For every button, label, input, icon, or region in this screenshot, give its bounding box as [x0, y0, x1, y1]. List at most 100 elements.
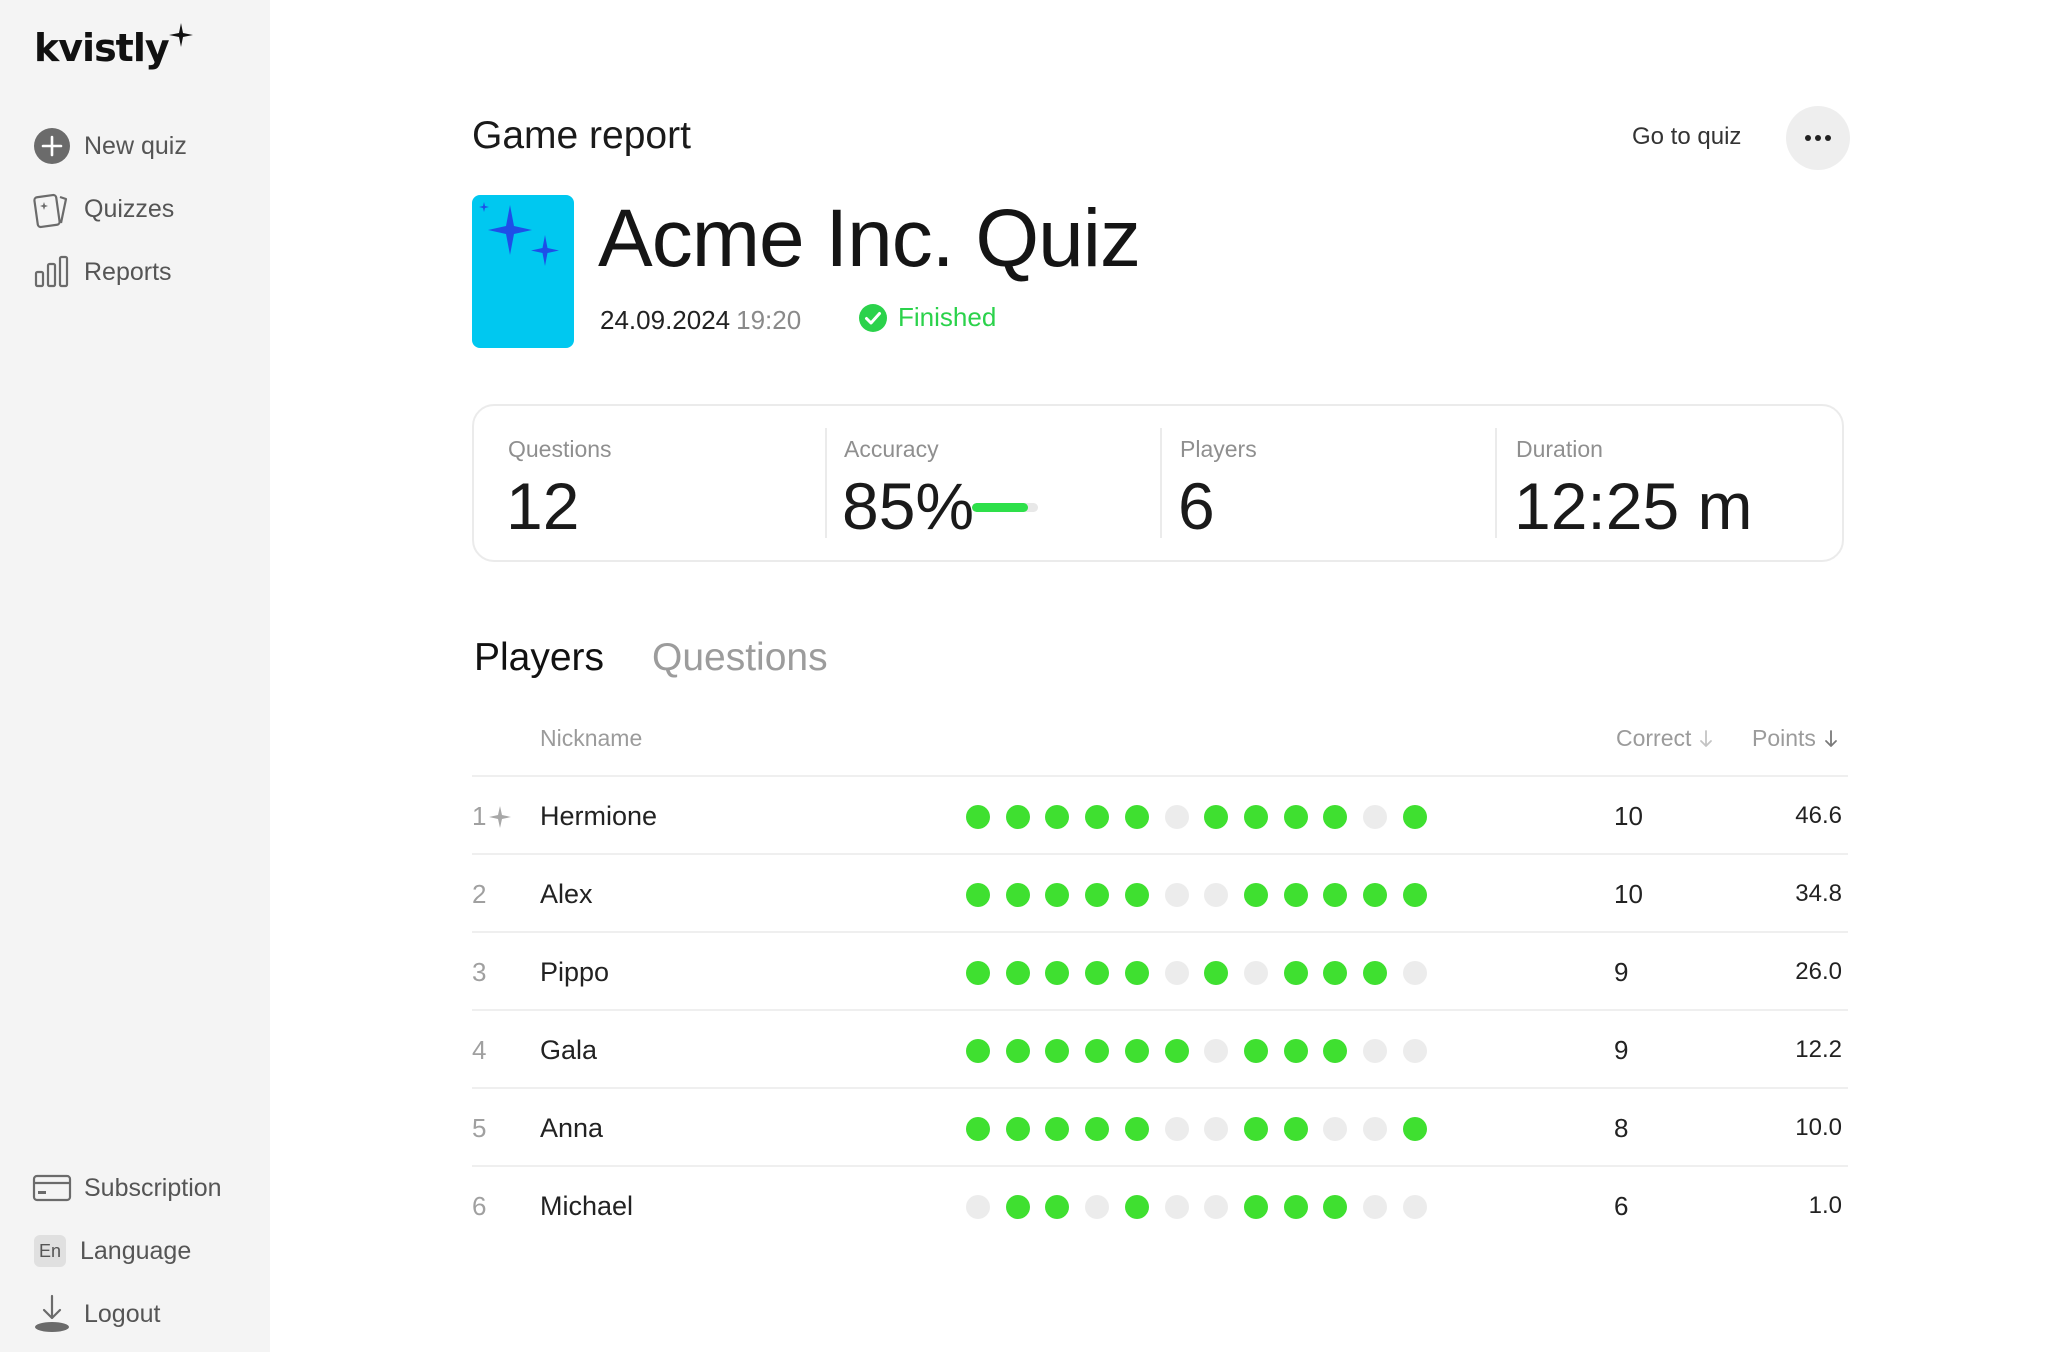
bar-chart-icon: [32, 252, 72, 292]
answer-correct-dot: [1402, 883, 1427, 907]
players-table: 1 Hermione 10 46.6 2 Alex 10 34.8 3 Pippo 9 26.0 4 Ga…: [472, 775, 1848, 1243]
status-label: Finished: [898, 302, 997, 332]
go-to-quiz-link[interactable]: Go to quiz: [1632, 123, 1741, 151]
table-row[interactable]: 2 Alex 10 34.8: [472, 853, 1848, 931]
answer-correct-dot: [1045, 1039, 1070, 1063]
column-header-correct[interactable]: Correct: [1616, 725, 1713, 752]
answer-correct-dot: [1402, 1117, 1427, 1141]
sidebar-item-new-quiz[interactable]: New quiz: [32, 126, 187, 166]
accuracy-progress-fill: [972, 503, 1029, 512]
player-correct-count: 6: [1614, 1191, 1629, 1221]
player-nickname: Hermione: [540, 801, 658, 831]
stat-value: 6: [1178, 469, 1215, 543]
sidebar-item-subscription[interactable]: Subscription: [32, 1168, 222, 1208]
answer-correct-dot: [1323, 961, 1348, 985]
answer-correct-dot: [1243, 1039, 1268, 1063]
answer-incorrect-dot: [1363, 1117, 1387, 1141]
answer-correct-dot: [1323, 1039, 1348, 1063]
player-points: 26.0: [1795, 958, 1842, 985]
answer-correct-dot: [1124, 1039, 1149, 1063]
winner-sparkle-icon: [489, 806, 511, 828]
answer-correct-dot: [1363, 883, 1387, 907]
answer-correct-dot: [966, 883, 990, 907]
quiz-datetime: 24.09.2024 19:20: [600, 305, 801, 336]
sidebar-item-logout[interactable]: Logout: [32, 1294, 160, 1334]
more-options-button[interactable]: [1786, 106, 1850, 170]
sidebar-item-quizzes[interactable]: Quizzes: [32, 189, 174, 229]
stat-players: Players 6: [1146, 406, 1482, 560]
main-content: Game report Go to quiz Acme Inc. Quiz 24…: [472, 0, 1852, 1352]
player-nickname: Michael: [540, 1191, 634, 1221]
player-correct-count: 9: [1614, 1035, 1629, 1065]
answer-correct-dot: [1164, 1039, 1189, 1063]
column-header-points[interactable]: Points: [1752, 725, 1838, 752]
answer-correct-dot: [1243, 805, 1268, 829]
page-title: Game report: [472, 114, 691, 157]
player-points: 1.0: [1808, 1192, 1842, 1219]
player-rank: 3: [472, 957, 487, 987]
answer-incorrect-dot: [966, 1195, 990, 1219]
answer-correct-dot: [1323, 805, 1348, 829]
sort-arrow-down-icon: [1700, 729, 1713, 747]
sidebar-item-label: New quiz: [84, 131, 187, 160]
table-row[interactable]: 6 Michael 6 1.0: [472, 1165, 1848, 1243]
column-header-label: Correct: [1616, 725, 1692, 751]
player-nickname: Alex: [540, 879, 593, 909]
stat-label: Duration: [1516, 436, 1603, 462]
stats-card: Questions 12 Accuracy 85% Players 6 Dura…: [472, 404, 1844, 562]
more-dots-icon: [1825, 135, 1831, 141]
answer-incorrect-dot: [1204, 1039, 1229, 1063]
player-correct-count: 8: [1614, 1113, 1629, 1143]
player-points: 46.6: [1795, 802, 1842, 829]
column-header-label: Points: [1752, 725, 1816, 751]
tab-questions[interactable]: Questions: [652, 636, 828, 680]
answer-incorrect-dot: [1363, 1195, 1387, 1219]
sort-arrow-down-icon: [1825, 729, 1837, 747]
more-dots-icon: [1805, 135, 1811, 141]
sidebar-item-label: Subscription: [84, 1173, 222, 1202]
answer-incorrect-dot: [1243, 961, 1268, 985]
table-row[interactable]: 4 Gala 9 12.2: [472, 1009, 1848, 1087]
sparkle-icon: [169, 23, 193, 47]
sidebar-item-language[interactable]: En Language: [32, 1231, 191, 1271]
answer-incorrect-dot: [1402, 961, 1427, 985]
answer-correct-dot: [1085, 961, 1110, 985]
player-points: 10.0: [1795, 1114, 1842, 1141]
stat-label: Accuracy: [844, 436, 939, 462]
sidebar-item-reports[interactable]: Reports: [32, 252, 172, 292]
answer-correct-dot: [1283, 961, 1308, 985]
player-rank: 1: [472, 801, 487, 831]
tab-players[interactable]: Players: [474, 636, 604, 680]
answer-correct-dot: [1243, 1117, 1268, 1141]
player-points: 34.8: [1795, 880, 1842, 907]
quiz-thumbnail: [472, 195, 574, 348]
table-row[interactable]: 5 Anna 8 10.0: [472, 1087, 1848, 1165]
answer-incorrect-dot: [1164, 1117, 1189, 1141]
sparkles-icon: [479, 202, 559, 266]
answer-correct-dot: [966, 805, 990, 829]
sidebar-item-label: Language: [80, 1236, 192, 1265]
stat-value: 85%: [842, 469, 975, 543]
answer-incorrect-dot: [1164, 1195, 1189, 1219]
answer-incorrect-dot: [1164, 961, 1189, 985]
column-header-nickname: Nickname: [540, 725, 643, 751]
player-correct-count: 10: [1614, 801, 1643, 831]
answer-correct-dot: [1124, 883, 1149, 907]
stat-duration: Duration 12:25 m: [1482, 406, 1842, 560]
answer-correct-dot: [966, 1117, 990, 1141]
player-correct-count: 10: [1614, 879, 1643, 909]
answer-correct-dot: [1124, 961, 1149, 985]
answer-incorrect-dot: [1204, 1117, 1229, 1141]
stat-value: 12:25 m: [1514, 469, 1753, 543]
answer-correct-dot: [1045, 961, 1070, 985]
answer-correct-dot: [1085, 805, 1110, 829]
table-row[interactable]: 3 Pippo 9 26.0: [472, 931, 1848, 1009]
answer-correct-dot: [1045, 1195, 1070, 1219]
app-logo[interactable]: kvistly: [34, 26, 170, 70]
player-points: 12.2: [1795, 1036, 1842, 1063]
cards-icon: [32, 189, 72, 229]
stat-questions: Questions 12: [474, 406, 810, 560]
table-row[interactable]: 1 Hermione 10 46.6: [472, 775, 1848, 853]
answer-correct-dot: [1005, 805, 1030, 829]
answer-correct-dot: [1085, 1117, 1110, 1141]
